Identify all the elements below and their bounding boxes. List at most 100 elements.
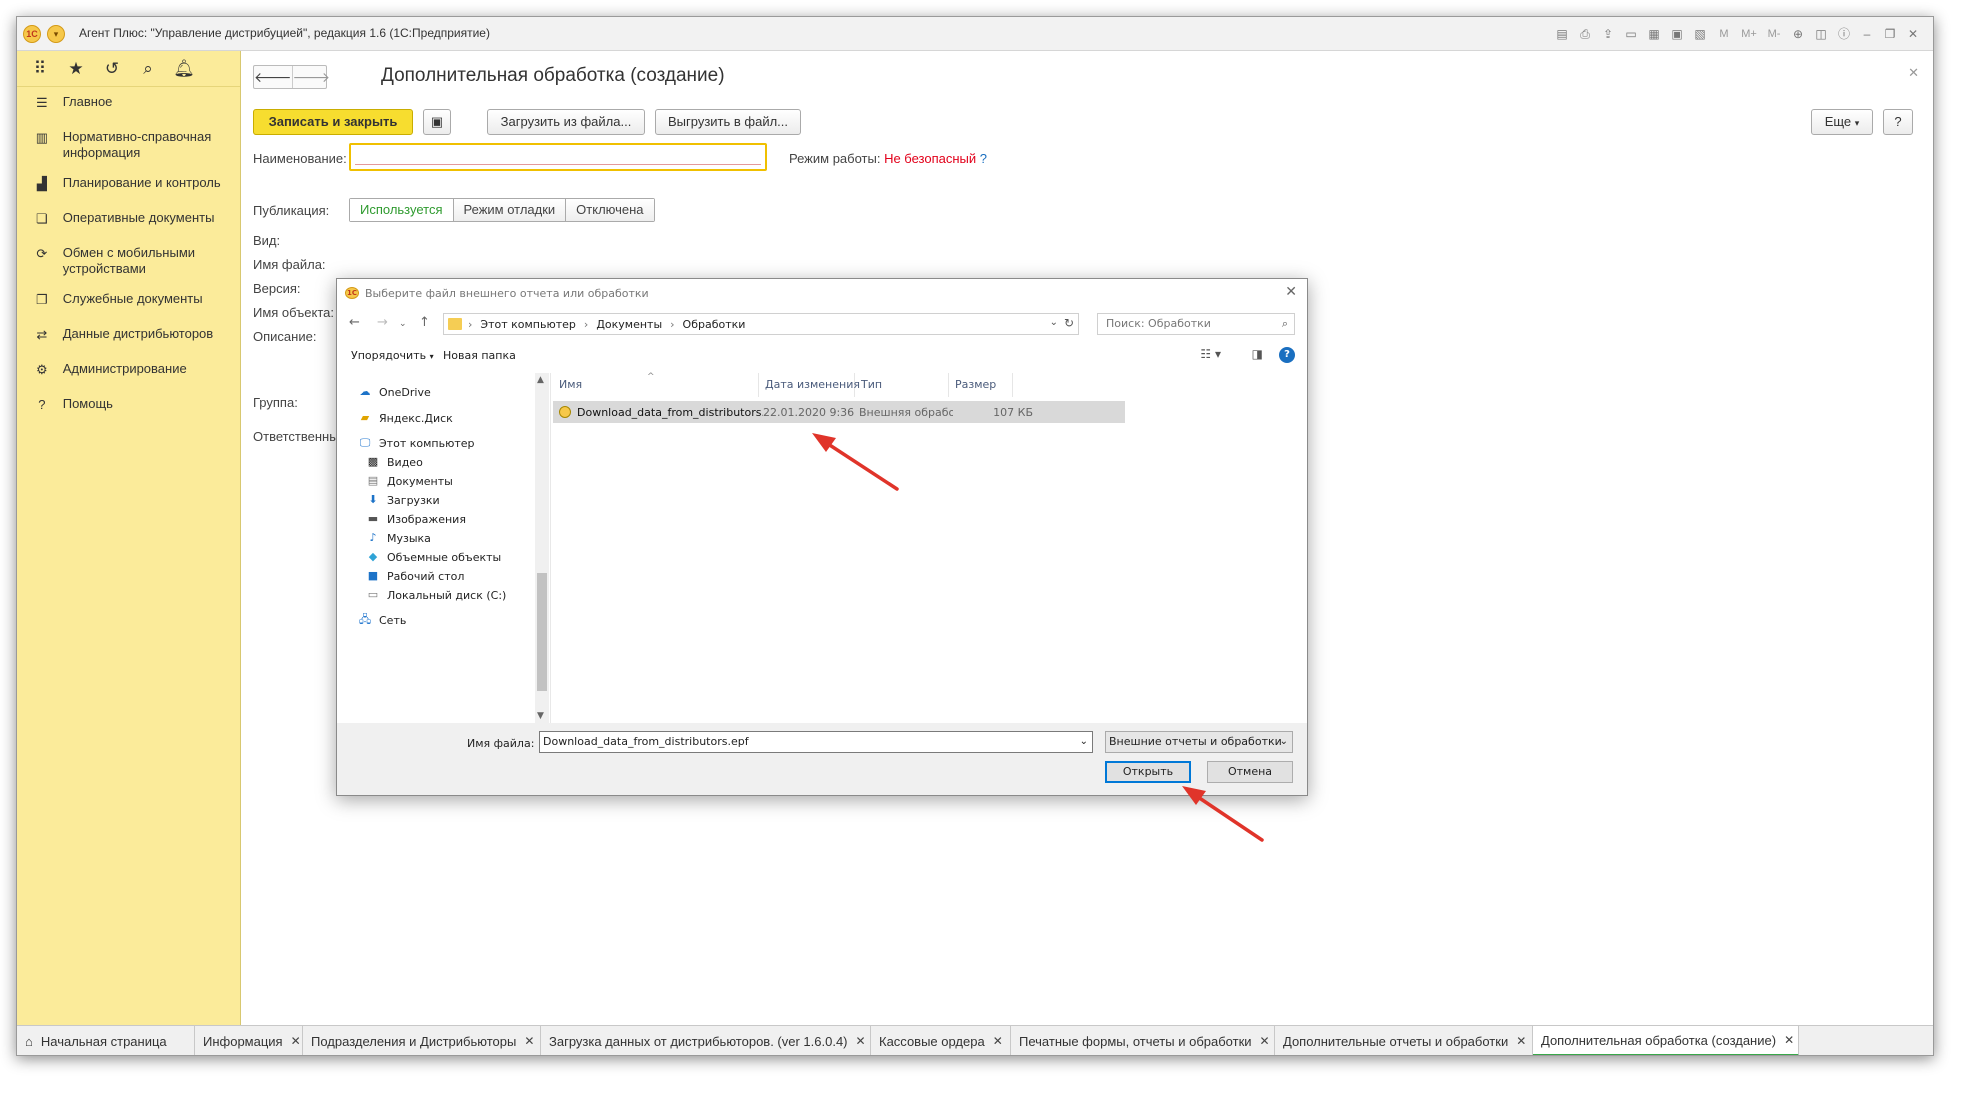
cancel-button[interactable]: Отмена — [1207, 761, 1293, 783]
sidebar-item-admin[interactable]: ⚙ Администрирование — [17, 354, 240, 389]
chevron-down-icon[interactable]: ⌄ — [1080, 732, 1088, 752]
star-icon[interactable]: ★ — [65, 59, 87, 79]
tab-information[interactable]: Информация ✕ — [195, 1026, 303, 1055]
tab-departments[interactable]: Подразделения и Дистрибьюторы ✕ — [303, 1026, 541, 1055]
close-icon[interactable]: ✕ — [291, 1034, 301, 1048]
sidebar-item-operative-docs[interactable]: ❏ Оперативные документы — [17, 203, 240, 238]
open-button[interactable]: Открыть — [1105, 761, 1191, 783]
close-icon[interactable]: ✕ — [1903, 25, 1923, 43]
calc-icon[interactable]: ▧ — [1690, 25, 1710, 43]
print-icon[interactable]: ⎙ — [1575, 25, 1595, 43]
scroll-down-icon[interactable]: ▼ — [537, 711, 544, 721]
sidebar-item-distributors[interactable]: ⇄ Данные дистрибьюторов — [17, 319, 240, 354]
nav-3d-objects[interactable]: ◆ Объемные объекты — [365, 550, 501, 564]
nav-desktop[interactable]: ■ Рабочий стол — [365, 569, 465, 583]
publication-used[interactable]: Используется — [350, 199, 453, 221]
nav-video[interactable]: ▩ Видео — [365, 455, 423, 469]
column-date[interactable]: Дата изменения — [759, 373, 860, 397]
upload-icon[interactable]: ⇪ — [1598, 25, 1618, 43]
nav-scrollbar[interactable]: ▲ ▼ — [535, 373, 549, 723]
close-icon[interactable]: ✕ — [993, 1034, 1003, 1048]
tab-additional-processing[interactable]: Дополнительная обработка (создание) ✕ — [1533, 1026, 1799, 1055]
address-bar[interactable]: › Этот компьютер › Документы › Обработки… — [443, 313, 1079, 335]
save-close-button[interactable]: Записать и закрыть — [253, 109, 413, 135]
column-size[interactable]: Размер — [949, 373, 1013, 397]
chevron-down-icon[interactable]: ⌄ — [1050, 317, 1058, 328]
crumb-documents[interactable]: Документы — [596, 318, 662, 331]
back-button[interactable]: 🡐 — [254, 66, 292, 88]
sidebar-item-reference[interactable]: ▥ Нормативно-справочная информация — [17, 122, 240, 168]
recent-chevron-icon[interactable]: ⌄ — [399, 319, 407, 329]
mode-help-link[interactable]: ? — [980, 151, 987, 166]
up-arrow-icon[interactable]: ↑ — [419, 315, 430, 330]
search-input[interactable]: Поиск: Обработки ⌕ — [1097, 313, 1295, 335]
tab-print-forms[interactable]: Печатные формы, отчеты и обработки ✕ — [1011, 1026, 1275, 1055]
table-icon[interactable]: ▦ — [1644, 25, 1664, 43]
forward-arrow-icon[interactable]: → — [377, 315, 388, 330]
tab-cash-orders[interactable]: Кассовые ордера ✕ — [871, 1026, 1011, 1055]
nav-downloads[interactable]: ⬇ Загрузки — [365, 493, 439, 507]
restore-icon[interactable]: ❐ — [1880, 25, 1900, 43]
file-row-selected[interactable]: Download_data_from_distributors.epf 22.0… — [553, 401, 1125, 423]
nav-music[interactable]: ♪ Музыка — [365, 531, 430, 545]
crumb-computer[interactable]: Этот компьютер — [480, 318, 576, 331]
close-icon[interactable]: ✕ — [1516, 1034, 1526, 1048]
forward-button[interactable]: 🡒 — [291, 66, 330, 88]
column-name[interactable]: Имя ^ — [553, 372, 759, 397]
main-menu-button[interactable]: ▾ — [47, 25, 65, 43]
minimize-icon[interactable]: – — [1857, 25, 1877, 43]
nav-images[interactable]: ▬ Изображения — [365, 512, 466, 526]
sidebar-item-main[interactable]: ☰ Главное — [17, 87, 240, 122]
filetype-select[interactable]: Внешние отчеты и обработки ⌄ — [1105, 731, 1293, 753]
tab-distributor-load[interactable]: Загрузка данных от дистрибьюторов. (ver … — [541, 1026, 871, 1055]
tab-additional-reports[interactable]: Дополнительные отчеты и обработки ✕ — [1275, 1026, 1533, 1055]
panel-icon[interactable]: ◫ — [1811, 25, 1831, 43]
info-icon[interactable]: ⓘ — [1834, 25, 1854, 43]
view-options-icon[interactable]: ☷ ▾ — [1200, 347, 1221, 361]
mem-button[interactable]: M — [1713, 25, 1735, 43]
help-button[interactable]: ? — [1883, 109, 1913, 135]
nav-documents[interactable]: ▤ Документы — [365, 474, 453, 488]
close-icon[interactable]: ✕ — [1260, 1034, 1270, 1048]
organize-button[interactable]: Упорядочить ▾ — [351, 349, 434, 362]
sidebar-item-mobile-exchange[interactable]: ⟳ Обмен с мобильными устройствами — [17, 238, 240, 284]
preview-pane-icon[interactable]: ◨ — [1252, 347, 1263, 361]
scroll-up-icon[interactable]: ▲ — [537, 375, 544, 385]
sidebar-item-planning[interactable]: ▟ Планирование и контроль — [17, 168, 240, 203]
close-icon[interactable]: ✕ — [1784, 1033, 1794, 1047]
publication-disabled[interactable]: Отключена — [565, 199, 654, 221]
scroll-thumb[interactable] — [537, 573, 547, 691]
filename-input[interactable]: Download_data_from_distributors.epf ⌄ — [539, 731, 1093, 753]
close-icon[interactable]: ✕ — [856, 1034, 866, 1048]
publication-debug[interactable]: Режим отладки — [452, 199, 566, 221]
dialog-close-icon[interactable]: ✕ — [1285, 284, 1297, 300]
nav-yandex-disk[interactable]: ▰ Яндекс.Диск — [357, 411, 453, 425]
nav-onedrive[interactable]: ☁ OneDrive — [357, 385, 431, 399]
search-icon[interactable]: ⌕ — [137, 59, 159, 79]
sidebar-item-service-docs[interactable]: ❐ Служебные документы — [17, 284, 240, 319]
doc-icon[interactable]: ▭ — [1621, 25, 1641, 43]
back-arrow-icon[interactable]: ← — [349, 315, 360, 330]
export-to-file-button[interactable]: Выгрузить в файл... — [655, 109, 801, 135]
history-icon[interactable]: ↺ — [101, 59, 123, 79]
zoom-icon[interactable]: ⊕ — [1788, 25, 1808, 43]
nav-this-computer[interactable]: 🖵︎ Этот компьютер — [357, 436, 475, 450]
refresh-icon[interactable]: ↻ — [1064, 316, 1074, 330]
nav-local-disk[interactable]: ▭ Локальный диск (C:) — [365, 588, 507, 602]
nav-network[interactable]: 🖧︎ Сеть — [357, 613, 406, 627]
save-icon[interactable]: ▤ — [1552, 25, 1572, 43]
save-button[interactable]: ▣ — [423, 109, 451, 135]
mem-minus-button[interactable]: M- — [1763, 25, 1785, 43]
calendar-icon[interactable]: ▣ — [1667, 25, 1687, 43]
new-folder-button[interactable]: Новая папка — [443, 349, 516, 362]
name-input[interactable] — [349, 143, 767, 171]
apps-icon[interactable]: ⠿ — [29, 59, 51, 79]
close-icon[interactable]: ✕ — [524, 1034, 534, 1048]
sidebar-item-help[interactable]: ? Помощь — [17, 389, 240, 424]
load-from-file-button[interactable]: Загрузить из файла... — [487, 109, 645, 135]
mode-value-link[interactable]: Не безопасный — [884, 151, 976, 166]
crumb-processing[interactable]: Обработки — [683, 318, 746, 331]
mem-plus-button[interactable]: M+ — [1738, 25, 1760, 43]
help-icon[interactable]: ? — [1279, 347, 1295, 363]
bell-icon[interactable]: 🔔︎ — [173, 59, 195, 79]
